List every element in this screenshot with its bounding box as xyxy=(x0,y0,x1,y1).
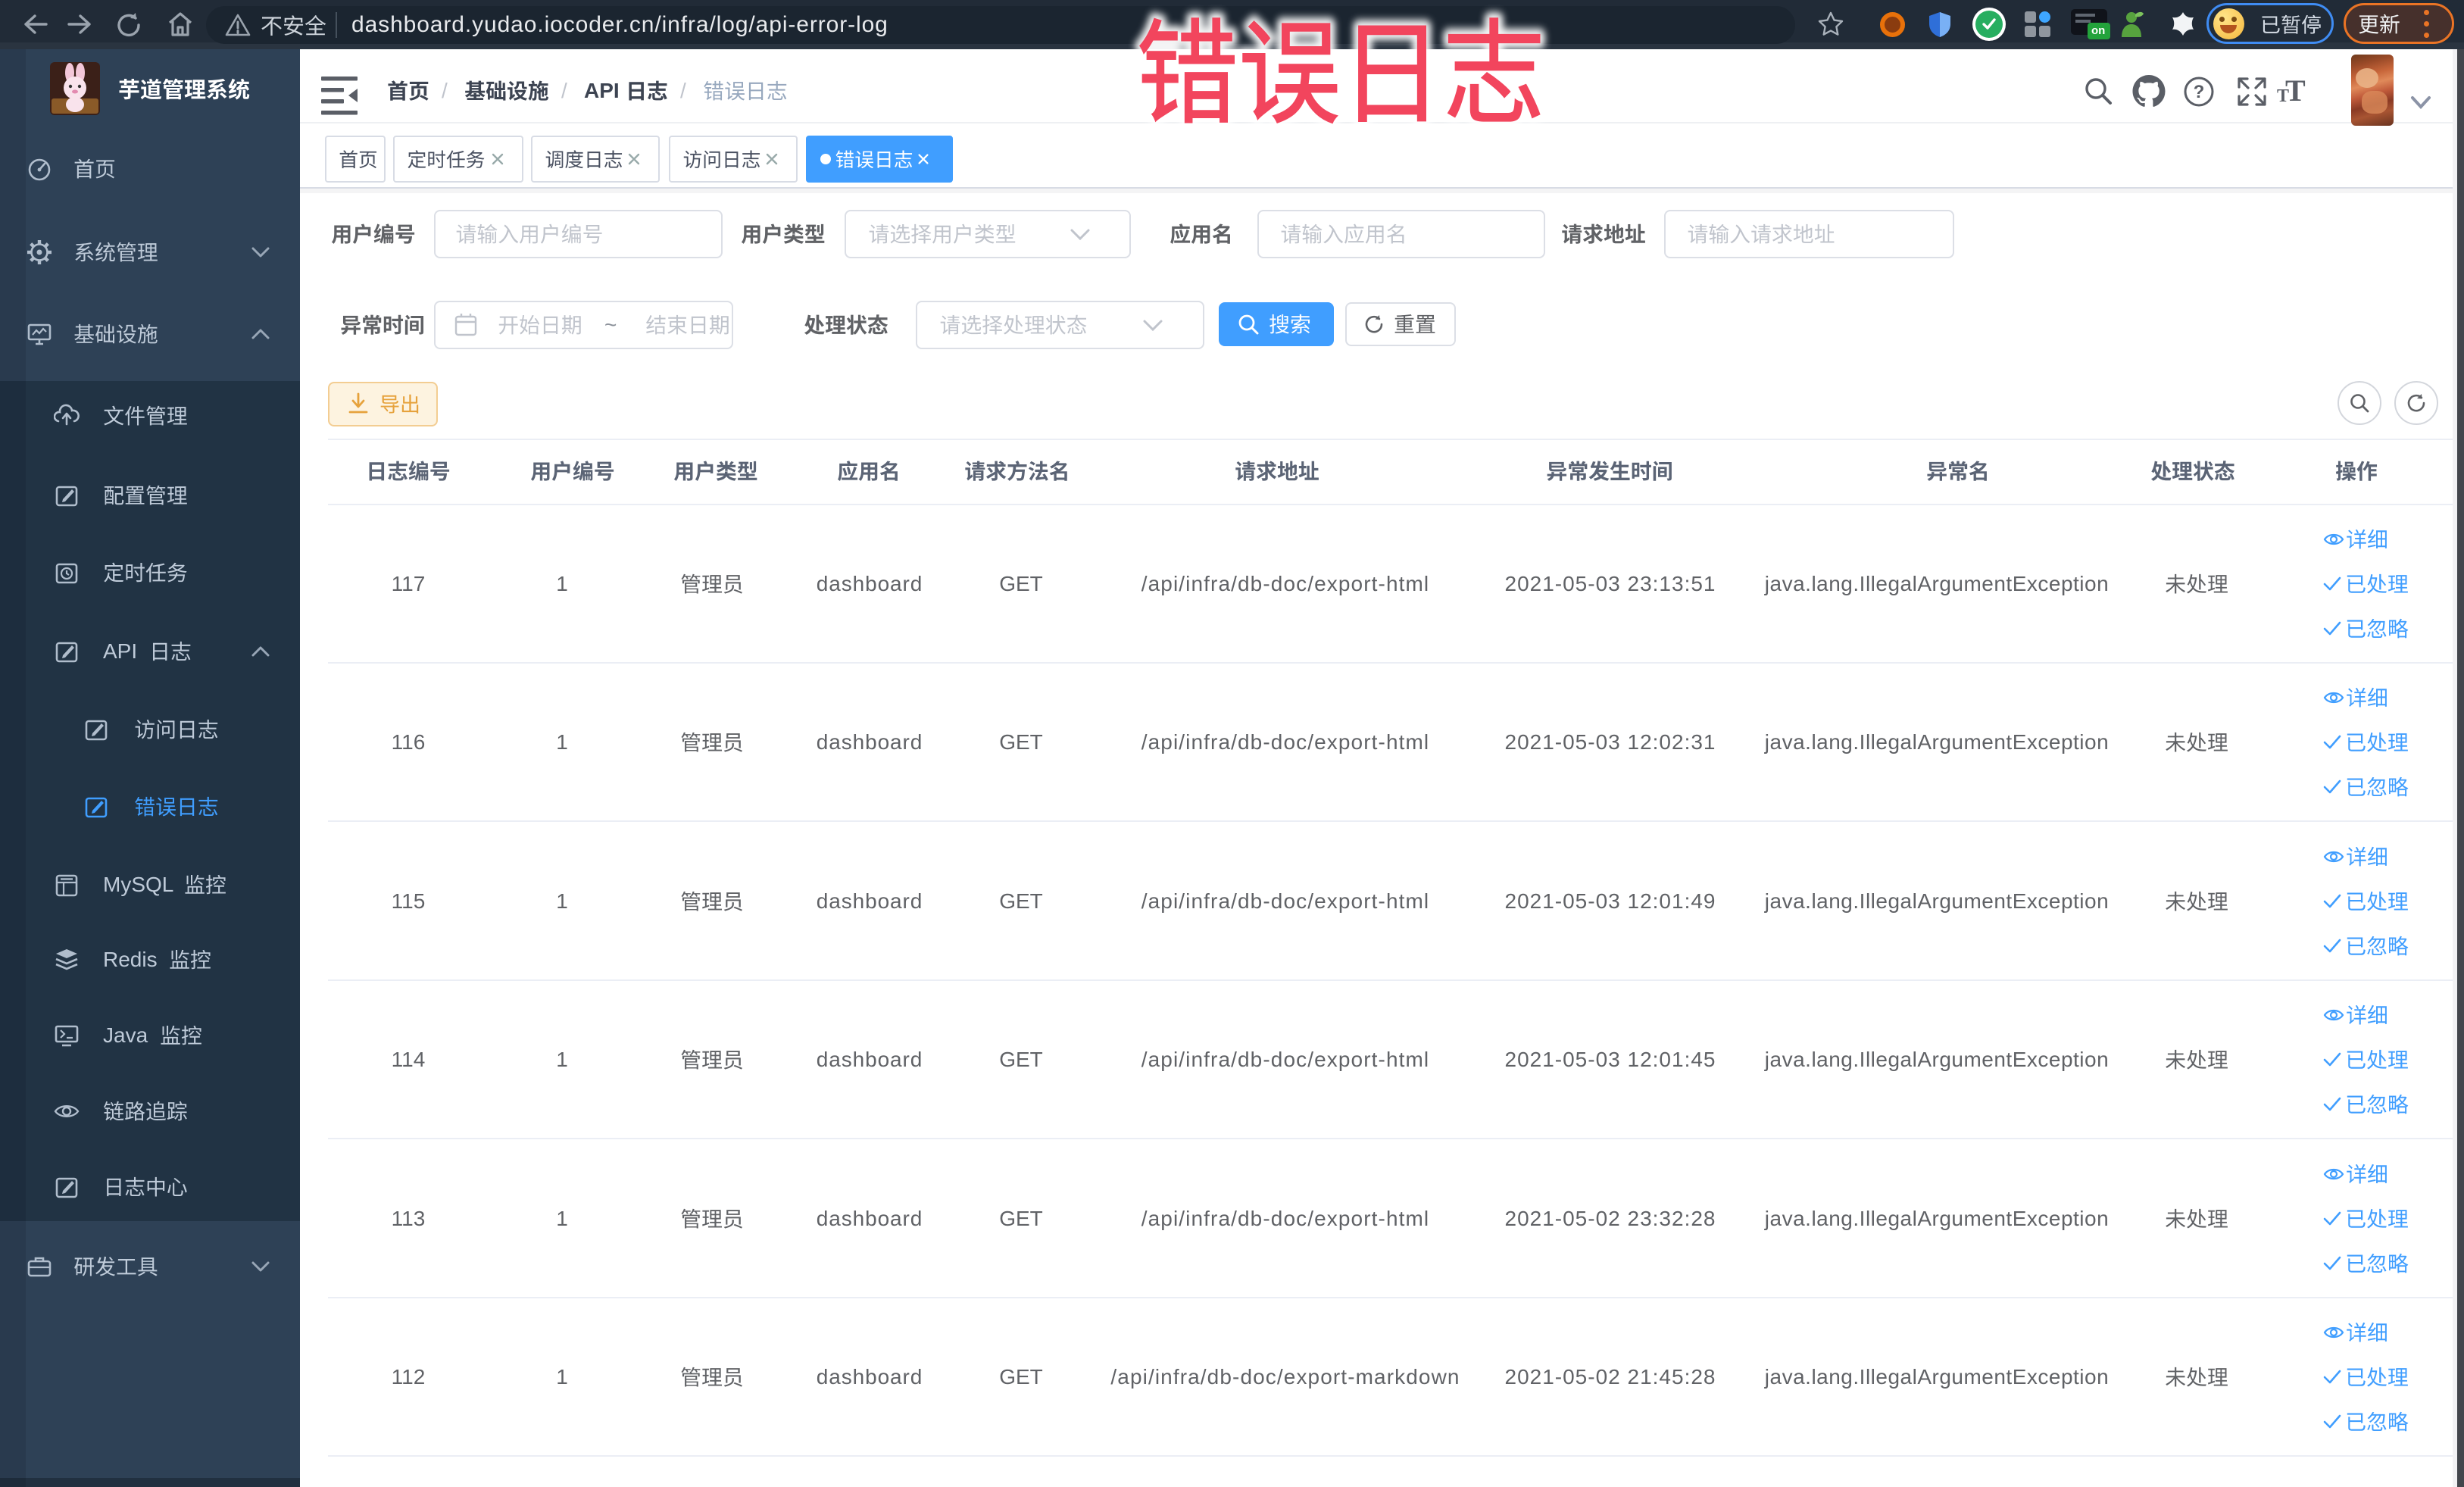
svg-text:?: ? xyxy=(2194,82,2205,102)
